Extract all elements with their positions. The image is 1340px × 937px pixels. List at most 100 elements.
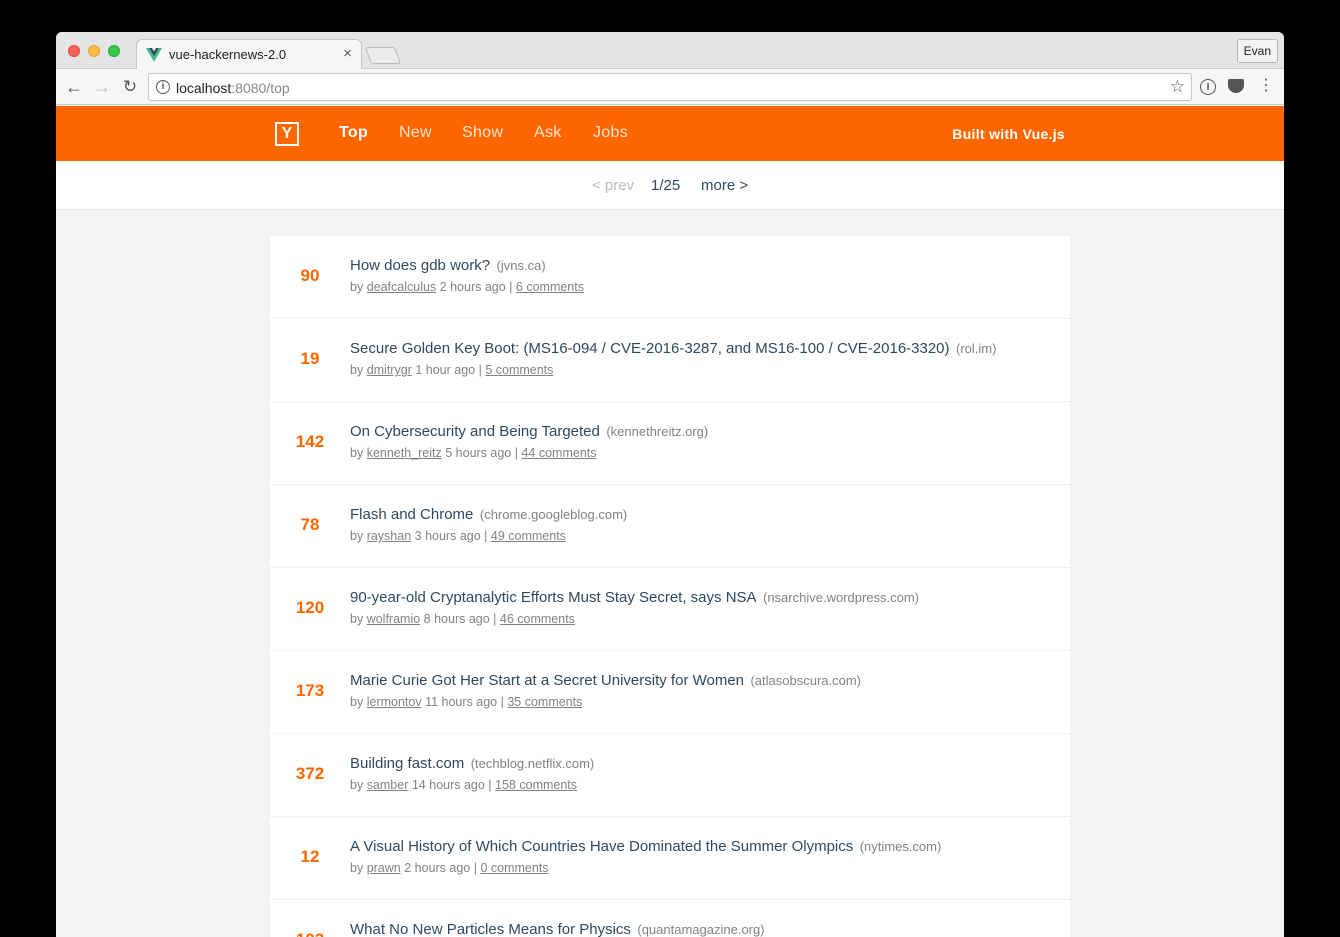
story-meta: by dmitrygr 1 hour ago | 5 comments [350, 363, 553, 377]
story-user-link[interactable]: prawn [367, 861, 401, 875]
story-meta: by prawn 2 hours ago | 0 comments [350, 861, 549, 875]
new-tab-button[interactable] [364, 47, 402, 64]
pocket-icon[interactable] [1228, 79, 1244, 93]
story-user-link[interactable]: kenneth_reitz [367, 446, 442, 460]
reload-icon[interactable]: ↻ [120, 77, 140, 97]
story-meta: by deafcalculus 2 hours ago | 6 comments [350, 280, 584, 294]
nav-ask[interactable]: Ask [534, 124, 562, 142]
story-comments-link[interactable]: 46 comments [500, 612, 575, 626]
story-score: 78 [300, 515, 320, 534]
by-label: by [350, 363, 364, 377]
story-comments-link[interactable]: 44 comments [521, 446, 596, 460]
story-user-link[interactable]: wolframio [367, 612, 421, 626]
menu-icon[interactable]: ⋮ [1257, 77, 1275, 95]
next-page-link[interactable]: more > [701, 177, 748, 194]
url-text[interactable]: localhost:8080/top [176, 80, 290, 96]
story-item: 19 Secure Golden Key Boot: (MS16-094 / C… [270, 319, 1070, 402]
story-meta: by samber 14 hours ago | 158 comments [350, 778, 577, 792]
prev-page-link: < prev [592, 177, 635, 194]
url-path: :8080/top [231, 80, 290, 96]
story-title-link[interactable]: 90-year-old Cryptanalytic Efforts Must S… [350, 589, 757, 606]
story-title-link[interactable]: How does gdb work? [350, 257, 490, 274]
story-comments-link[interactable]: 0 comments [480, 861, 548, 875]
back-arrow-icon[interactable]: ← [64, 77, 84, 97]
story-list: 90 How does gdb work? (jvns.ca) by deafc… [270, 236, 1070, 937]
story-score: 173 [295, 681, 325, 700]
browser-window: vue-hackernews-2.0 × Evan ← → ↻ i localh… [56, 32, 1284, 937]
title-bar: vue-hackernews-2.0 × Evan [56, 32, 1284, 70]
story-comments-link[interactable]: 158 comments [495, 778, 577, 792]
story-host: (jvns.ca) [496, 258, 546, 273]
story-host: (atlasobscura.com) [750, 673, 862, 688]
bookmark-star-icon[interactable]: ☆ [1170, 77, 1185, 97]
story-host: (chrome.googleblog.com) [479, 507, 628, 522]
story-host: (nsarchive.wordpress.com) [763, 590, 920, 605]
story-title-link[interactable]: Building fast.com [350, 755, 464, 772]
pagination-bar: < prev 1/25 more > [56, 161, 1284, 210]
story-item: 372 Building fast.com (techblog.netflix.… [270, 734, 1070, 817]
story-time: 8 hours ago | [423, 612, 497, 626]
zoom-window-button[interactable] [108, 45, 120, 57]
vue-logo-icon [146, 48, 162, 62]
profile-button[interactable]: Evan [1236, 39, 1278, 63]
story-title-link[interactable]: Marie Curie Got Her Start at a Secret Un… [350, 672, 744, 689]
story-title-link[interactable]: Flash and Chrome [350, 506, 473, 523]
story-meta: by wolframio 8 hours ago | 46 comments [350, 612, 575, 626]
story-item: 120 90-year-old Cryptanalytic Efforts Mu… [270, 568, 1070, 651]
story-user-link[interactable]: deafcalculus [367, 280, 437, 294]
story-meta: by rayshan 3 hours ago | 49 comments [350, 529, 566, 543]
onepassword-icon[interactable]: I [1200, 79, 1216, 95]
story-host: (techblog.netflix.com) [470, 756, 595, 771]
by-label: by [350, 280, 364, 294]
story-time: 5 hours ago | [445, 446, 518, 460]
info-icon[interactable]: i [156, 80, 170, 94]
browser-toolbar: ← → ↻ i localhost:8080/top ☆ I ⋮ [56, 69, 1284, 105]
story-user-link[interactable]: dmitrygr [367, 363, 412, 377]
nav-top[interactable]: Top [339, 124, 368, 142]
address-bar[interactable]: i localhost:8080/top ☆ [148, 73, 1192, 101]
story-host: (rol.im) [955, 341, 997, 356]
browser-tab[interactable]: vue-hackernews-2.0 × [136, 39, 362, 70]
close-window-button[interactable] [68, 45, 80, 57]
story-item: 173 Marie Curie Got Her Start at a Secre… [270, 651, 1070, 734]
story-title-link[interactable]: Secure Golden Key Boot: (MS16-094 / CVE-… [350, 340, 950, 357]
story-comments-link[interactable]: 35 comments [507, 695, 582, 709]
site-header: Y Top New Show Ask Jobs Built with Vue.j… [56, 106, 1284, 161]
story-title-link[interactable]: A Visual History of Which Countries Have… [350, 838, 853, 855]
page-content: Y Top New Show Ask Jobs Built with Vue.j… [56, 106, 1284, 937]
nav-new[interactable]: New [399, 124, 432, 142]
url-host: localhost [176, 80, 232, 96]
story-user-link[interactable]: samber [367, 778, 409, 792]
story-item: 90 How does gdb work? (jvns.ca) by deafc… [270, 236, 1070, 319]
story-meta: by lermontov 11 hours ago | 35 comments [350, 695, 582, 709]
story-score: 142 [295, 432, 325, 451]
tab-title: vue-hackernews-2.0 [169, 47, 287, 62]
story-item: 142 On Cybersecurity and Being Targeted … [270, 402, 1070, 485]
by-label: by [350, 778, 364, 792]
story-comments-link[interactable]: 6 comments [516, 280, 584, 294]
story-title-link[interactable]: What No New Particles Means for Physics [350, 921, 631, 937]
minimize-window-button[interactable] [88, 45, 100, 57]
story-time: 2 hours ago | [439, 280, 513, 294]
story-comments-link[interactable]: 5 comments [485, 363, 553, 377]
story-user-link[interactable]: lermontov [367, 695, 422, 709]
hn-logo[interactable]: Y [275, 122, 299, 146]
story-comments-link[interactable]: 49 comments [491, 529, 566, 543]
by-label: by [350, 612, 364, 626]
nav-show[interactable]: Show [462, 124, 503, 142]
forward-arrow-icon[interactable]: → [92, 77, 112, 97]
nav-jobs[interactable]: Jobs [593, 124, 628, 142]
story-score: 103 [270, 930, 350, 937]
story-score: 372 [295, 764, 325, 783]
built-with-link[interactable]: Built with Vue.js [952, 126, 1065, 142]
story-item: 12 A Visual History of Which Countries H… [270, 817, 1070, 900]
story-score: 90 [300, 266, 320, 285]
story-host: (kennethreitz.org) [606, 424, 709, 439]
story-title-link[interactable]: On Cybersecurity and Being Targeted [350, 423, 600, 440]
by-label: by [350, 446, 364, 460]
by-label: by [350, 861, 364, 875]
tab-close-icon[interactable]: × [343, 45, 352, 62]
story-time: 2 hours ago | [404, 861, 477, 875]
story-user-link[interactable]: rayshan [367, 529, 411, 543]
story-time: 11 hours ago | [425, 695, 504, 709]
